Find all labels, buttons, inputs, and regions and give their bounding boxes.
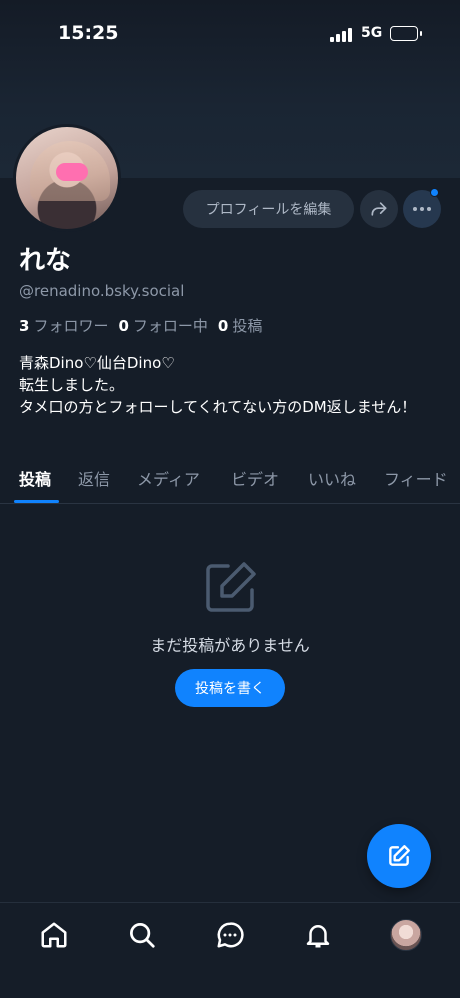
profile-handle: @renadino.bsky.social xyxy=(19,282,185,300)
nav-profile-avatar[interactable] xyxy=(390,919,422,951)
status-bar: 15:25 5G xyxy=(0,0,460,70)
active-tab-indicator xyxy=(14,500,59,503)
edit-profile-button[interactable]: プロフィールを編集 xyxy=(183,190,354,228)
following-label: フォロー中 xyxy=(132,317,208,335)
tab-likes[interactable]: いいね xyxy=(308,466,356,490)
share-button[interactable] xyxy=(360,190,398,228)
status-time: 15:25 xyxy=(58,22,119,44)
network-label: 5G xyxy=(361,25,383,41)
share-arrow-icon xyxy=(371,202,387,216)
following-count: 0 xyxy=(118,317,129,335)
write-post-button[interactable]: 投稿を書く xyxy=(175,669,285,707)
bio-line: 青森Dino♡仙台Dino♡ xyxy=(19,354,175,372)
search-icon xyxy=(130,923,155,948)
home-icon xyxy=(41,922,67,948)
compose-fab[interactable] xyxy=(367,824,431,888)
nav-chat[interactable] xyxy=(214,919,246,951)
empty-state-message: まだ投稿がありません xyxy=(150,636,310,655)
notification-dot xyxy=(430,188,439,197)
bio-line: タメ口の方とフォローしてくれてない方のDM返しません！ xyxy=(19,398,417,416)
nav-search[interactable] xyxy=(126,919,158,951)
bottom-nav xyxy=(0,902,460,998)
bio-line: 転生しました。 xyxy=(19,376,125,394)
battery-icon xyxy=(390,26,422,41)
compose-icon xyxy=(389,845,410,866)
tab-media[interactable]: メディア xyxy=(137,466,200,490)
followers-label: フォロワー xyxy=(33,317,109,335)
followers-stat[interactable]: 3 フォロワー xyxy=(19,315,108,336)
bell-icon xyxy=(306,925,330,948)
chat-icon xyxy=(217,922,244,948)
profile-avatar[interactable] xyxy=(13,124,121,232)
posts-count: 0 xyxy=(217,317,229,335)
posts-label: 投稿 xyxy=(232,317,263,335)
tab-feeds[interactable]: フィード xyxy=(384,466,448,490)
signal-icon xyxy=(330,26,354,42)
tab-posts[interactable]: 投稿 xyxy=(19,466,51,490)
followers-count: 3 xyxy=(19,317,30,335)
display-name: れな xyxy=(19,246,72,276)
nav-notifications[interactable] xyxy=(302,919,334,951)
posts-stat: 0 投稿 xyxy=(218,315,262,336)
profile-bio: 青森Dino♡仙台Dino♡ 転生しました。 タメ口の方とフォローしてくれてない… xyxy=(19,352,449,418)
pencil-square-icon xyxy=(200,558,260,618)
tab-videos[interactable]: ビデオ xyxy=(231,466,279,490)
profile-stats: 3 フォロワー 0 フォロー中 0 投稿 xyxy=(19,315,262,336)
ellipsis-icon xyxy=(413,207,431,211)
tab-replies[interactable]: 返信 xyxy=(78,466,110,490)
following-stat[interactable]: 0 フォロー中 xyxy=(118,315,207,336)
nav-home[interactable] xyxy=(38,919,70,951)
profile-tabs: 投稿 返信 メディア ビデオ いいね フィード xyxy=(0,456,460,504)
